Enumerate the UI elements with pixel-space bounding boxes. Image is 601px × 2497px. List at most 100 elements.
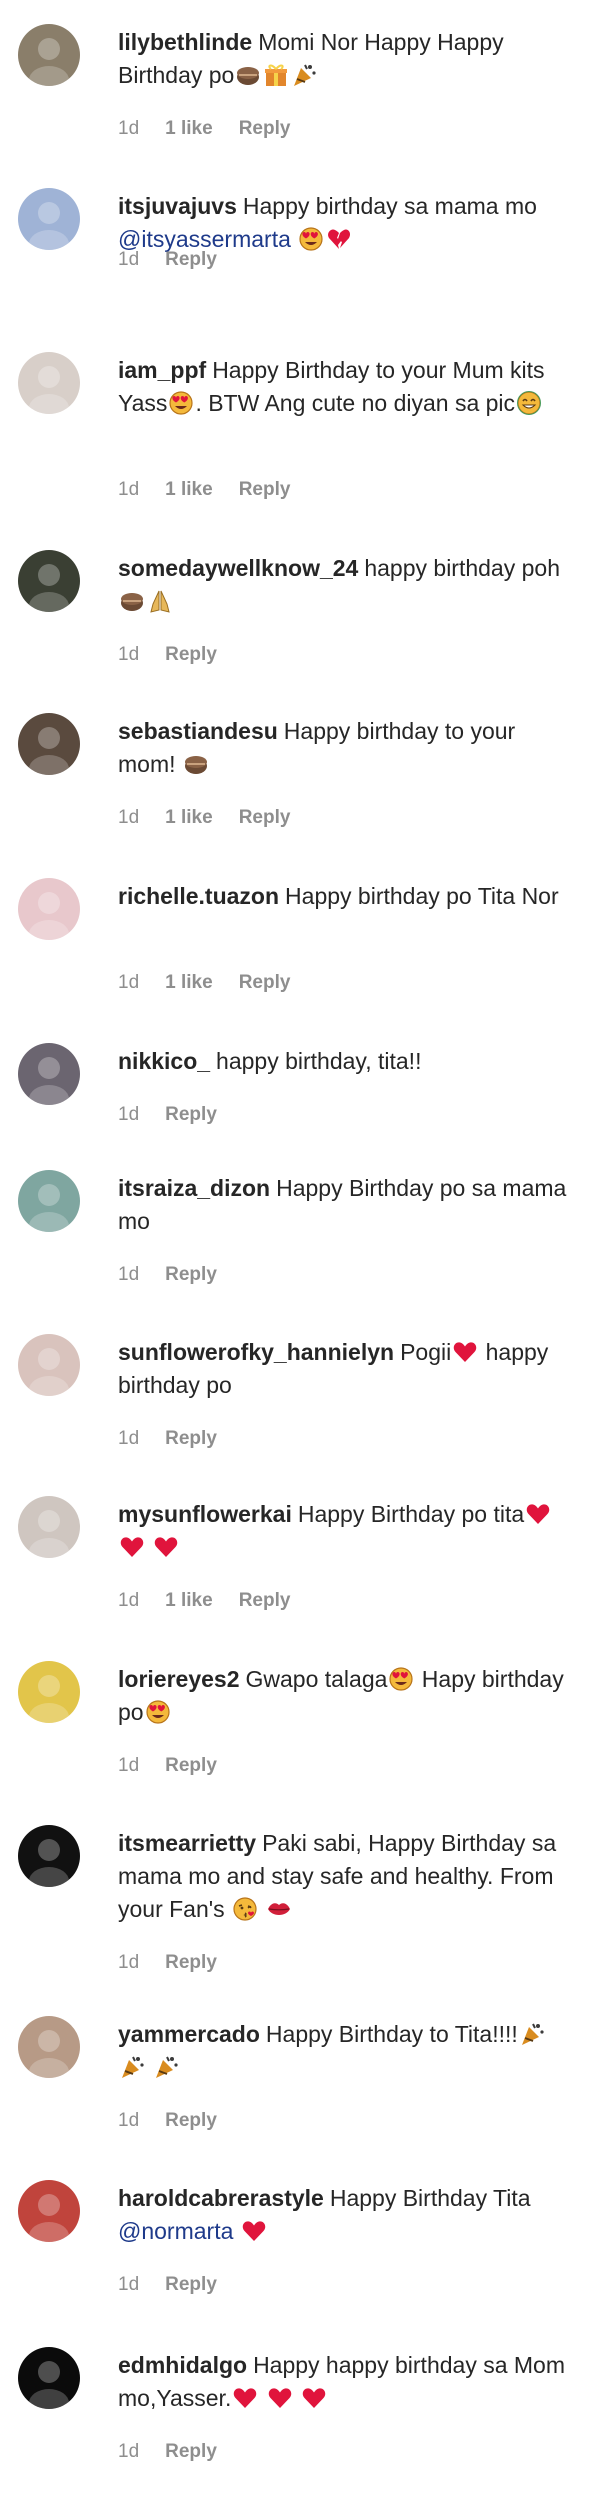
reply-button[interactable]: Reply xyxy=(165,644,217,666)
smiling-face-emoji xyxy=(516,390,542,416)
comment-username-link[interactable]: itsjuvajuvs xyxy=(118,193,237,219)
reply-button[interactable]: Reply xyxy=(165,2274,217,2296)
avatar[interactable] xyxy=(18,24,80,86)
comment-timestamp[interactable]: 1d xyxy=(118,2110,139,2132)
comment-username-link[interactable]: loriereyes2 xyxy=(118,1666,239,1692)
reply-button[interactable]: Reply xyxy=(165,1428,217,1450)
avatar[interactable] xyxy=(18,2016,80,2078)
comment-text-segment: happy birthday, tita!! xyxy=(216,1048,422,1074)
comment-username-link[interactable]: itsmearrietty xyxy=(118,1830,256,1856)
reply-button[interactable]: Reply xyxy=(239,118,291,140)
comment-feed: lilybethlinde Momi Nor Happy Happy Birthd… xyxy=(0,0,601,2497)
avatar[interactable] xyxy=(18,1661,80,1723)
reply-button[interactable]: Reply xyxy=(239,972,291,994)
comment-username-link[interactable]: iam_ppf xyxy=(118,357,206,383)
avatar[interactable] xyxy=(18,188,80,250)
comment-username-link[interactable]: itsraiza_dizon xyxy=(118,1175,270,1201)
mention-link[interactable]: @normarta xyxy=(118,2218,233,2244)
reply-button[interactable]: Reply xyxy=(165,249,217,271)
avatar[interactable] xyxy=(18,352,80,414)
avatar[interactable] xyxy=(18,1334,80,1396)
reply-button[interactable]: Reply xyxy=(239,479,291,501)
comment-meta: 1d Reply xyxy=(118,2441,217,2463)
comment-timestamp[interactable]: 1d xyxy=(118,1428,139,1450)
comment-text-segment xyxy=(233,2218,239,2244)
avatar[interactable] xyxy=(18,1170,80,1232)
kissing-face-emoji xyxy=(232,1896,258,1922)
comment-timestamp[interactable]: 1d xyxy=(118,249,139,271)
broken-heart-emoji xyxy=(326,226,352,252)
cake-emoji xyxy=(119,588,145,614)
comment-timestamp[interactable]: 1d xyxy=(118,2274,139,2296)
comment-text: iam_ppf Happy Birthday to your Mum kits Y… xyxy=(118,354,568,420)
comment-text: richelle.tuazon Happy birthday po Tita No… xyxy=(118,880,568,913)
reply-button[interactable]: Reply xyxy=(165,1952,217,1974)
comment-text: edmhidalgo Happy happy birthday sa Mom mo… xyxy=(118,2349,568,2415)
comment-likes-count[interactable]: 1 like xyxy=(165,972,213,994)
comment-timestamp[interactable]: 1d xyxy=(118,644,139,666)
gift-emoji xyxy=(263,62,289,88)
avatar[interactable] xyxy=(18,2347,80,2409)
reply-button[interactable]: Reply xyxy=(165,1755,217,1777)
reply-button[interactable]: Reply xyxy=(165,1264,217,1286)
comment-timestamp[interactable]: 1d xyxy=(118,1755,139,1777)
comment-meta: 1d 1 like Reply xyxy=(118,118,290,140)
comment-timestamp[interactable]: 1d xyxy=(118,1590,139,1612)
avatar[interactable] xyxy=(18,1496,80,1558)
comment-timestamp[interactable]: 1d xyxy=(118,2441,139,2463)
comment-timestamp[interactable]: 1d xyxy=(118,1104,139,1126)
comment-text: haroldcabrerastyle Happy Birthday Tita @n… xyxy=(118,2182,568,2248)
reply-button[interactable]: Reply xyxy=(165,1104,217,1126)
comment-meta: 1d 1 like Reply xyxy=(118,807,290,829)
comment-username-link[interactable]: mysunflowerkai xyxy=(118,1501,292,1527)
reply-button[interactable]: Reply xyxy=(165,2441,217,2463)
comment-timestamp[interactable]: 1d xyxy=(118,972,139,994)
comment-username-link[interactable]: yammercado xyxy=(118,2021,260,2047)
comment-likes-count[interactable]: 1 like xyxy=(165,1590,213,1612)
comment-meta: 1d 1 like Reply xyxy=(118,479,290,501)
comment-text-segment xyxy=(146,1534,152,1560)
comment-meta: 1d Reply xyxy=(118,1755,217,1777)
comment-text: itsraiza_dizon Happy Birthday po sa mama … xyxy=(118,1172,568,1238)
comment-username-link[interactable]: sebastiandesu xyxy=(118,718,278,744)
comment-likes-count[interactable]: 1 like xyxy=(165,118,213,140)
reply-button[interactable]: Reply xyxy=(165,2110,217,2132)
party-popper-emoji xyxy=(153,2054,179,2080)
comment-meta: 1d Reply xyxy=(118,644,217,666)
red-heart-emoji xyxy=(525,1501,551,1527)
comment-text-segment: Happy Birthday Tita xyxy=(329,2185,531,2211)
comment-likes-count[interactable]: 1 like xyxy=(165,807,213,829)
comment-meta: 1d Reply xyxy=(118,1104,217,1126)
heart-eyes-emoji xyxy=(168,390,194,416)
cake-emoji xyxy=(183,751,209,777)
comment-timestamp[interactable]: 1d xyxy=(118,1952,139,1974)
comment-username-link[interactable]: edmhidalgo xyxy=(118,2352,247,2378)
avatar[interactable] xyxy=(18,878,80,940)
comment-timestamp[interactable]: 1d xyxy=(118,1264,139,1286)
comment-text-segment xyxy=(146,2054,152,2080)
comment-text-segment: Happy birthday po Tita Nor xyxy=(285,883,559,909)
comment-username-link[interactable]: haroldcabrerastyle xyxy=(118,2185,324,2211)
comment-text-segment: Happy Birthday po tita xyxy=(297,1501,525,1527)
avatar[interactable] xyxy=(18,713,80,775)
comment-meta: 1d 1 like Reply xyxy=(118,1590,290,1612)
comment-username-link[interactable]: lilybethlinde xyxy=(118,29,252,55)
comment-username-link[interactable]: nikkico_ xyxy=(118,1048,210,1074)
red-heart-emoji xyxy=(232,2385,258,2411)
comment-likes-count[interactable]: 1 like xyxy=(165,479,213,501)
avatar[interactable] xyxy=(18,2180,80,2242)
praying-hands-emoji xyxy=(147,588,173,614)
reply-button[interactable]: Reply xyxy=(239,1590,291,1612)
reply-button[interactable]: Reply xyxy=(239,807,291,829)
comment-username-link[interactable]: sunflowerofky_hannielyn xyxy=(118,1339,394,1365)
avatar[interactable] xyxy=(18,1825,80,1887)
comment-text-segment: Pogii xyxy=(400,1339,452,1365)
avatar[interactable] xyxy=(18,1043,80,1105)
comment-username-link[interactable]: somedaywellknow_24 xyxy=(118,555,358,581)
comment-username-link[interactable]: richelle.tuazon xyxy=(118,883,279,909)
comment-text-segment: Happy Birthday to Tita!!!! xyxy=(265,2021,518,2047)
comment-timestamp[interactable]: 1d xyxy=(118,118,139,140)
avatar[interactable] xyxy=(18,550,80,612)
comment-timestamp[interactable]: 1d xyxy=(118,479,139,501)
comment-timestamp[interactable]: 1d xyxy=(118,807,139,829)
